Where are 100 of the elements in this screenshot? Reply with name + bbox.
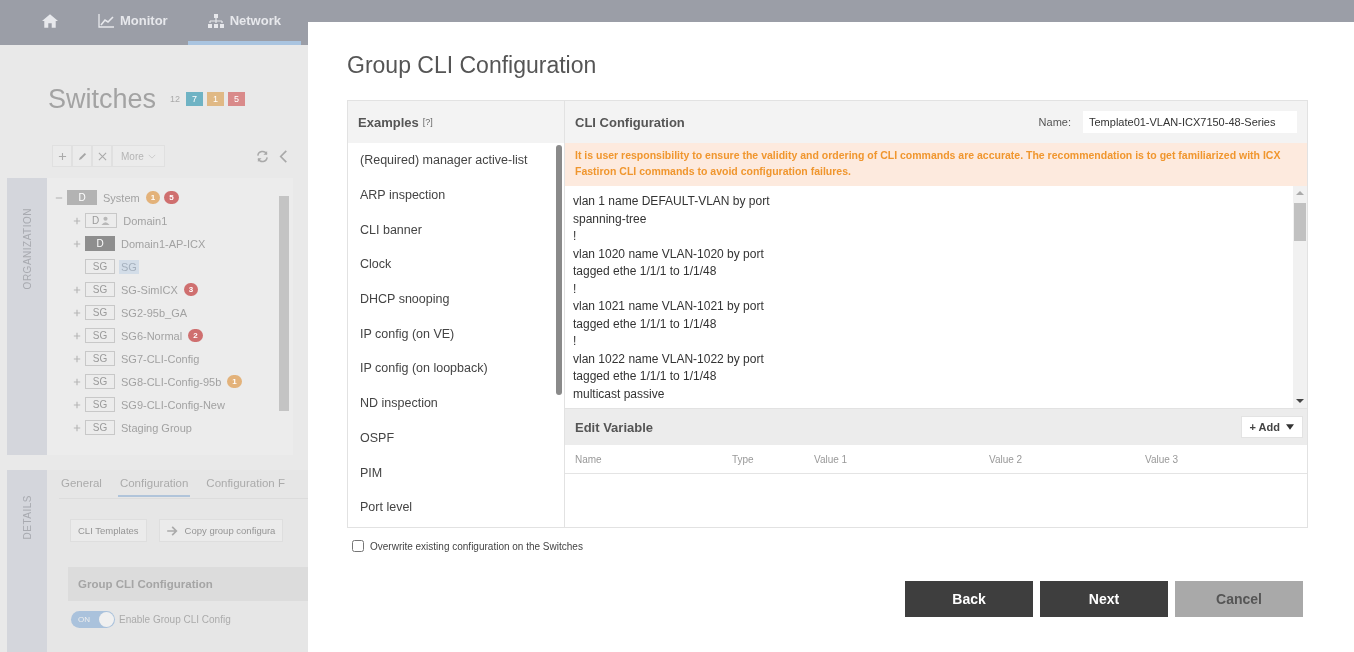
example-item[interactable]: IP config (on VE) xyxy=(348,316,564,352)
edit-button[interactable] xyxy=(72,145,92,167)
expand-icon[interactable] xyxy=(73,377,81,386)
tree-item[interactable]: SG6-Normal xyxy=(119,328,185,343)
example-item[interactable]: OSPF xyxy=(348,420,564,456)
status-count-badge: 5 xyxy=(228,92,246,106)
count-badge: 5 xyxy=(164,191,179,204)
expand-icon[interactable] xyxy=(73,285,81,294)
example-item[interactable]: PIM xyxy=(348,455,564,490)
code-line: spanning-tree xyxy=(573,210,648,228)
line-chart-icon xyxy=(98,13,114,28)
code-line: ! xyxy=(573,228,578,245)
count-badge: 1 xyxy=(227,375,242,388)
tree-item[interactable]: Domain1 xyxy=(121,213,170,228)
code-line: multicast passive xyxy=(573,385,666,403)
column-header: Value 1 xyxy=(814,453,849,465)
example-item[interactable]: ARP inspection xyxy=(348,177,564,213)
tree-item[interactable]: System xyxy=(101,190,142,205)
code-line: vlan 1022 name VLAN-1022 by port xyxy=(573,350,765,368)
code-line: tagged ethe 1/1/1 to 1/1/48 xyxy=(573,368,718,385)
examples-title: Examples xyxy=(358,114,419,130)
variables-title: Edit Variable xyxy=(575,419,654,435)
overwrite-label: Overwrite existing configuration on the Switches xyxy=(370,540,583,552)
refresh-icon[interactable] xyxy=(256,149,269,163)
expand-icon[interactable] xyxy=(73,308,81,317)
tree-item[interactable]: SG7-CLI-Config xyxy=(119,351,202,366)
code-line: vlan 1020 name VLAN-1020 by port xyxy=(573,245,765,263)
expand-icon[interactable] xyxy=(73,239,81,248)
type-tag: SG xyxy=(85,282,115,297)
caret-down-icon xyxy=(1286,424,1294,430)
overwrite-checkbox[interactable] xyxy=(352,540,364,552)
tree-item[interactable]: SG2-95b_GA xyxy=(119,305,190,320)
scrollbar[interactable] xyxy=(556,145,562,395)
name-field[interactable]: Template01-VLAN-ICX7150-48-Series xyxy=(1083,111,1297,133)
pencil-icon xyxy=(77,151,87,161)
nav-tab[interactable]: Monitor xyxy=(78,0,188,45)
dialog-button[interactable]: Next xyxy=(1040,581,1168,617)
help-link[interactable]: [?] xyxy=(422,117,433,127)
type-tag: SG xyxy=(85,305,115,320)
type-tag: SG xyxy=(85,328,115,343)
example-item[interactable]: (Required) manager active-list xyxy=(348,143,564,178)
toggle-switch[interactable]: ON xyxy=(71,611,115,628)
dialog-button[interactable]: Back xyxy=(905,581,1033,617)
scrollbar[interactable] xyxy=(1293,186,1307,408)
type-tag: SG xyxy=(85,397,115,412)
dialog-title: Group CLI Configuration xyxy=(347,52,598,80)
type-tag: SG xyxy=(85,259,115,274)
type-tag: D xyxy=(67,190,97,205)
page-tab[interactable]: Configuration F xyxy=(204,471,287,497)
count-badge: 3 xyxy=(183,283,199,296)
expand-icon[interactable] xyxy=(73,216,81,225)
tree-item[interactable]: Domain1-AP-ICX xyxy=(119,236,208,251)
status-count-badge: 1 xyxy=(207,92,225,106)
add-dropdown-button[interactable]: + Add xyxy=(1240,416,1303,438)
column-header: Value 3 xyxy=(1145,453,1180,465)
scrollbar[interactable] xyxy=(279,196,289,411)
name-label: Name: xyxy=(1038,116,1071,128)
tree-item[interactable]: Staging Group xyxy=(119,420,194,435)
code-line: ! xyxy=(573,333,578,350)
tree-item[interactable]: SG9-CLI-Config-New xyxy=(119,397,227,412)
details-button[interactable]: CLI Templates xyxy=(70,519,147,542)
tree-item[interactable]: SG-SimICX xyxy=(119,282,180,297)
code-line: tagged ethe 1/1/1 to 1/1/48 xyxy=(573,263,718,280)
page-tab[interactable]: General xyxy=(59,471,104,497)
page-title: Switches xyxy=(48,83,157,115)
example-item[interactable]: IP config (on loopback) xyxy=(348,351,564,386)
type-tag: SG xyxy=(85,420,115,435)
close-icon xyxy=(97,151,107,161)
example-item[interactable]: Clock xyxy=(348,247,564,282)
code-line: vlan 1021 name VLAN-1021 by port xyxy=(573,298,765,315)
cli-title: CLI Configuration xyxy=(575,114,685,130)
type-tag: D xyxy=(85,236,115,251)
type-tag: D xyxy=(85,213,118,228)
example-item[interactable]: CLI banner xyxy=(348,212,564,248)
column-header: Type xyxy=(732,453,755,465)
example-item[interactable]: DHCP snooping xyxy=(348,281,564,317)
warning-message: It is user responsibility to ensure the validity and ordering of CLI commands are accurate. The recommendation is to get familiarized with ICX Fastiron CLI commands to avoid configuration failures. xyxy=(565,143,1307,186)
count-badge: 1 xyxy=(145,191,161,204)
page-tab[interactable]: Configuration xyxy=(117,471,191,497)
code-line: vlan 1 name DEFAULT-VLAN by port xyxy=(573,193,771,210)
tree-item[interactable]: SG8-CLI-Config-95b xyxy=(119,374,224,389)
expand-icon[interactable] xyxy=(73,354,81,363)
code-line: ! xyxy=(573,280,578,298)
example-item[interactable]: ND inspection xyxy=(348,385,564,421)
column-header: Value 2 xyxy=(989,453,1024,465)
expand-icon[interactable] xyxy=(73,423,81,432)
nav-tab[interactable]: Network xyxy=(187,0,301,45)
example-item[interactable]: Port level xyxy=(348,489,564,525)
details-button[interactable]: Copy group configura xyxy=(158,519,284,542)
chevron-down-icon xyxy=(147,153,156,159)
column-header: Name xyxy=(575,453,603,465)
home-icon xyxy=(42,13,58,28)
toggle-label: Enable Group CLI Config xyxy=(119,614,231,625)
expand-icon[interactable] xyxy=(73,331,81,340)
expand-icon[interactable] xyxy=(73,400,81,409)
total-count: 12 xyxy=(170,94,181,104)
type-tag: SG xyxy=(85,351,115,366)
add-button[interactable] xyxy=(52,145,72,167)
delete-button[interactable] xyxy=(92,145,112,167)
chevron-left-icon[interactable] xyxy=(277,149,290,163)
